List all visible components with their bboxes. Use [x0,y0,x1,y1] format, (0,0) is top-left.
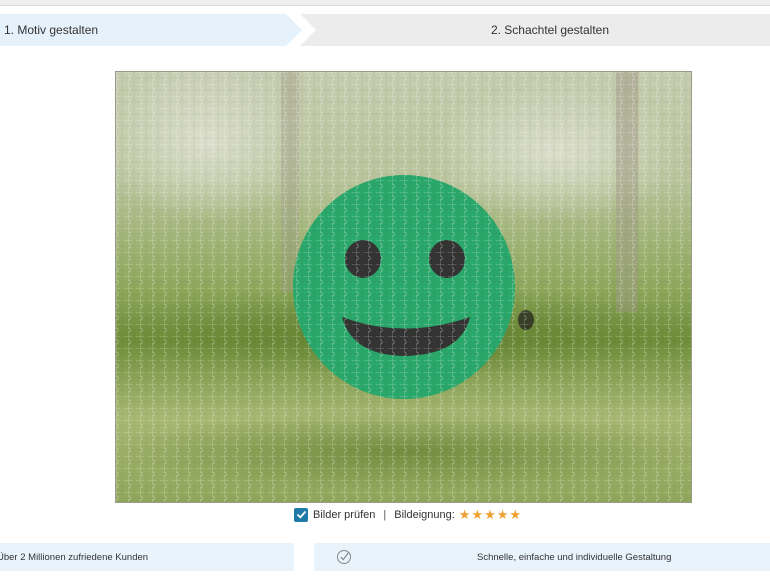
separator: | [383,508,387,521]
puzzle-image [116,72,691,502]
star-icon: ★ [496,507,509,522]
check-images-checkbox[interactable] [294,507,308,522]
footer-design-text: Schnelle, einfache und individuelle Gest… [477,551,672,563]
check-images-row: Bilder prüfen | Bildeignung: ★ ★ ★ ★ ★ [294,506,522,523]
step-1-label: 1. Motiv gestalten [4,23,99,37]
puzzle-preview[interactable] [115,71,692,503]
star-icon: ★ [458,507,471,522]
star-icon: ★ [484,507,496,522]
suitability-label: Bildeignung: [394,508,455,521]
step-navigation: 1. Motiv gestalten 2. Schachtel gestalte… [0,14,770,46]
footer-customers-text: Über 2 Millionen zufriedene Kunden [0,551,149,563]
step-2-label: 2. Schachtel gestalten [490,23,610,37]
tab-step-motiv[interactable]: 1. Motiv gestalten [0,14,302,46]
checkmark-icon [296,510,306,519]
footer-benefit-customers: Über 2 Millionen zufriedene Kunden [0,543,294,571]
star-icon: ★ [509,507,522,522]
check-circle-icon [337,550,351,564]
suitability-rating: ★ ★ ★ ★ ★ [459,508,522,521]
footer-benefit-design: Schnelle, einfache und individuelle Gest… [314,543,770,571]
star-icon: ★ [471,507,484,522]
top-divider [0,0,770,6]
tab-step-schachtel[interactable]: 2. Schachtel gestalten [300,14,770,46]
check-images-label[interactable]: Bilder prüfen [313,509,375,521]
